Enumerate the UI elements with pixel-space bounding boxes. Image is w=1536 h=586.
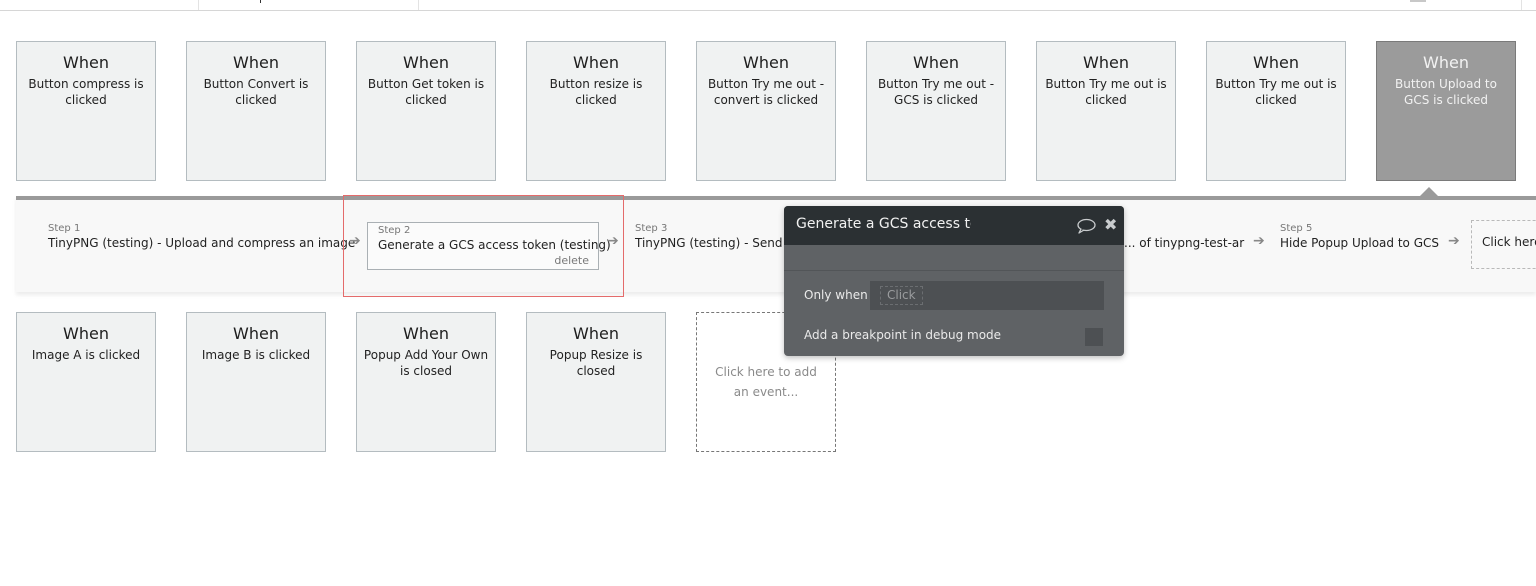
only-when-label: Only when [804,288,868,302]
event-when-label: When [913,53,959,72]
event-when-label: When [1083,53,1129,72]
event-card[interactable]: When Button Get token is clicked [356,41,496,181]
arrow-right-icon: ➔ [1253,233,1265,249]
only-when-placeholder: Click [880,286,923,305]
event-when-label: When [403,324,449,343]
event-when-label: When [233,53,279,72]
event-description: Popup Add Your Own is closed [363,348,489,378]
comment-icon-glyph [1077,218,1096,234]
event-description: Button Try me out - convert is clicked [707,77,825,107]
event-when-label: When [403,53,449,72]
event-description: Button Try me out is clicked [1045,77,1167,107]
event-card[interactable]: When Image A is clicked [16,312,156,452]
event-card[interactable]: When Button Try me out is clicked [1036,41,1176,181]
workflow-step-1[interactable]: Step 1 TinyPNG (testing) - Upload and co… [48,222,355,252]
workflow-step-2-selected[interactable]: Step 2 Generate a GCS access token (test… [367,222,611,270]
breakpoint-checkbox[interactable] [1085,328,1103,346]
event-card[interactable]: When Popup Resize is closed [526,312,666,452]
selected-event-pointer [1420,187,1438,196]
event-when-label: When [573,324,619,343]
step-number: Step 2 [378,225,411,236]
event-description: Button Get token is clicked [367,77,485,107]
arrow-right-icon: ➔ [1448,233,1460,249]
comment-icon[interactable] [1076,218,1096,234]
toolbar-text-fragment [260,0,261,3]
event-description: Button Convert is clicked [203,77,309,107]
event-card[interactable]: When Image B is clicked [186,312,326,452]
step-title: ... of tinypng-test-ar [1124,236,1245,250]
workflow-step-3[interactable]: Step 3 TinyPNG (testing) - Send a [635,222,794,252]
event-when-label: When [63,53,109,72]
editor-header[interactable]: Generate a GCS access tol ✖ [784,206,1124,245]
event-description: Image B is clicked [201,348,311,362]
toolbar-divider [1521,0,1522,10]
step-title: TinyPNG (testing) - Send a [635,236,794,250]
add-event-label: Click here to add an event... [715,365,817,399]
step-number: Step 3 [635,223,668,234]
event-card[interactable]: When Button Try me out - GCS is clicked [866,41,1006,181]
step-title: TinyPNG (testing) - Upload and compress … [48,236,356,250]
toolbar-divider [418,0,419,10]
add-step-button[interactable]: Click here [1471,220,1536,269]
action-property-editor: Generate a GCS access tol ✖ Only when Cl… [784,206,1124,356]
event-description: Button Try me out - GCS is clicked [877,77,995,107]
event-card[interactable]: When Button Convert is clicked [186,41,326,181]
event-when-label: When [573,53,619,72]
editor-subheader [784,245,1124,271]
event-when-label: When [1423,53,1469,72]
workflow-step-4[interactable]: ... of tinypng-test-ar [1124,235,1244,252]
workflow-step-5[interactable]: Step 5 Hide Popup Upload to GCS [1280,222,1439,252]
event-when-label: When [743,53,789,72]
breakpoint-label: Add a breakpoint in debug mode [804,328,1002,342]
event-description: Button resize is clicked [549,77,643,107]
event-description: Button Try me out is clicked [1215,77,1337,107]
event-when-label: When [233,324,279,343]
toolbar-icon[interactable] [1410,0,1426,2]
arrow-right-icon: ➔ [607,233,619,249]
step-number: Step 5 [1280,223,1313,234]
arrow-right-icon: ➔ [349,233,361,249]
event-card[interactable]: When Button Try me out - convert is clic… [696,41,836,181]
event-card-selected[interactable]: When Button Upload to GCS is clicked [1376,41,1516,181]
top-toolbar [0,0,1536,11]
event-when-label: When [1253,53,1299,72]
event-description: Popup Resize is closed [549,348,643,378]
event-card[interactable]: When Button Try me out is clicked [1206,41,1346,181]
event-card[interactable]: When Button resize is clicked [526,41,666,181]
toolbar-divider [198,0,199,10]
event-description: Button compress is clicked [28,77,144,107]
event-description: Button Upload to GCS is clicked [1395,77,1497,107]
step-number: Step 1 [48,223,81,234]
delete-step-link[interactable]: delete [554,254,589,267]
only-when-input[interactable]: Click [870,281,1104,310]
close-icon[interactable]: ✖ [1104,217,1118,233]
event-when-label: When [63,324,109,343]
step-title: Hide Popup Upload to GCS [1280,236,1439,250]
event-description: Image A is clicked [31,348,141,362]
editor-title[interactable]: Generate a GCS access tol [796,216,971,232]
step-title: Generate a GCS access token (testing) [378,238,611,252]
event-card[interactable]: When Button compress is clicked [16,41,156,181]
workflow-editor-canvas: When Button compress is clicked When But… [0,0,1536,586]
event-card[interactable]: When Popup Add Your Own is closed [356,312,496,452]
